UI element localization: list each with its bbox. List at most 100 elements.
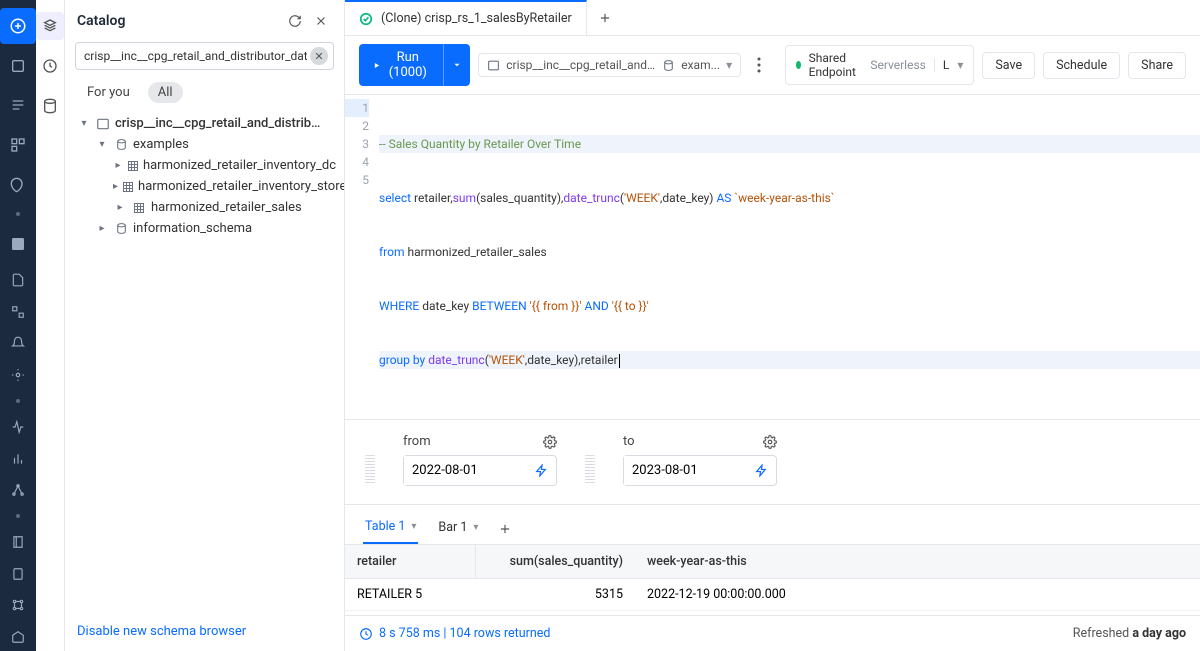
save-button[interactable]: Save [982, 52, 1035, 79]
nav-item-7[interactable] [0, 329, 36, 357]
endpoint-selector[interactable]: Shared Endpoint Serverless L ▾ [785, 45, 975, 85]
disable-schema-browser-link[interactable]: Disable new schema browser [77, 624, 246, 639]
tree-catalog-root[interactable]: ▾ crisp__inc__cpg_retail_and_distributor… [73, 113, 340, 134]
nav-item-5[interactable] [0, 266, 36, 294]
chevron-right-icon: ▸ [95, 223, 109, 234]
param-label-from: from [403, 434, 431, 449]
endpoint-name: Shared Endpoint [809, 51, 863, 79]
chevron-down-icon: ▾ [411, 521, 416, 532]
schema-subrail [36, 0, 65, 651]
tab-label: (Clone) crisp_rs_1_salesByRetailer [381, 11, 572, 26]
param-input-to[interactable] [624, 456, 747, 485]
code-area[interactable]: -- Sales Quantity by Retailer Over Time … [379, 99, 1200, 405]
query-status-text: 8 s 758 ms | 104 rows returned [379, 626, 550, 641]
refreshed-text: Refreshed a day ago [1073, 626, 1186, 641]
chevron-down-icon: ▾ [473, 522, 478, 533]
filter-for-you[interactable]: For you [77, 82, 140, 103]
context-schema-label: exam... [681, 58, 720, 72]
db-icon[interactable] [36, 92, 64, 120]
tree-label: harmonized_retailer_inventory_store [138, 179, 344, 194]
refresh-icon[interactable] [284, 10, 306, 32]
tree-label: information_schema [133, 221, 252, 236]
gear-icon[interactable] [763, 435, 777, 449]
endpoint-type: Serverless [870, 58, 926, 72]
schema-icon [662, 59, 675, 72]
table-row[interactable]: RETAILER 553152022-12-19 00:00:00.000 [345, 579, 1200, 611]
tree-schema-examples[interactable]: ▾ examples [91, 134, 340, 155]
add-visualization-button[interactable] [498, 522, 512, 536]
nav-item-4[interactable] [0, 167, 36, 203]
result-tabbar: Table 1 ▾ Bar 1 ▾ [345, 505, 1200, 544]
nav-item-11[interactable] [0, 476, 36, 504]
schedule-button[interactable]: Schedule [1043, 52, 1120, 79]
nav-item-10[interactable] [0, 445, 36, 473]
editor-tabbar: (Clone) crisp_rs_1_salesByRetailer [345, 0, 1200, 36]
check-icon [359, 12, 373, 26]
col-header[interactable]: sum(sales_quantity) [475, 545, 635, 579]
nav-item-9[interactable] [0, 413, 36, 441]
tree-table[interactable]: ▸ harmonized_retailer_inventory_dc [109, 155, 340, 176]
nav-item-15[interactable] [0, 623, 36, 651]
tree-table[interactable]: ▸harmonized_retailer_inventory_store [109, 176, 340, 197]
rail-separator-icon [16, 212, 20, 216]
chevron-right-icon: ▸ [113, 181, 118, 192]
main-pane: (Clone) crisp_rs_1_salesByRetailer Run (… [345, 0, 1200, 651]
col-header[interactable]: week-year-as-this [635, 545, 875, 579]
result-tab-bar[interactable]: Bar 1 ▾ [436, 514, 480, 543]
results-table: retailer sum(sales_quantity) week-year-a… [345, 544, 1200, 615]
more-button[interactable] [749, 53, 769, 77]
chevron-down-icon: ▾ [95, 139, 109, 150]
tree-label: harmonized_retailer_sales [151, 200, 302, 215]
clock-icon [359, 627, 373, 641]
drag-handle-icon[interactable] [585, 455, 595, 485]
nav-item-13[interactable] [0, 560, 36, 588]
catalog-search-input[interactable] [75, 42, 334, 70]
nav-new[interactable] [0, 8, 36, 44]
clear-search-icon[interactable]: ✕ [310, 47, 328, 65]
catalog-tree: ▾ crisp__inc__cpg_retail_and_distributor… [65, 109, 344, 612]
gear-icon[interactable] [543, 435, 557, 449]
chevron-right-icon: ▸ [113, 160, 123, 171]
schema-browser-icon[interactable] [36, 12, 64, 40]
nav-item-12[interactable] [0, 528, 36, 556]
nav-item-3[interactable] [0, 127, 36, 163]
apply-param-icon[interactable] [747, 464, 776, 477]
nav-item-14[interactable] [0, 592, 36, 620]
table-icon [127, 160, 139, 172]
add-tab-button[interactable] [587, 0, 623, 35]
nav-item-2[interactable] [0, 87, 36, 123]
run-button[interactable]: Run (1000) [359, 44, 443, 86]
sql-editor[interactable]: 12345 -- Sales Quantity by Retailer Over… [345, 95, 1200, 420]
tree-label: crisp__inc__cpg_retail_and_distributor_.… [115, 116, 325, 131]
col-header[interactable]: retailer [345, 545, 475, 579]
status-dot-icon [796, 61, 801, 69]
param-input-from[interactable] [404, 456, 527, 485]
share-button[interactable]: Share [1128, 52, 1186, 79]
result-tab-table[interactable]: Table 1 ▾ [363, 513, 418, 544]
tree-label: harmonized_retailer_inventory_dc [143, 158, 336, 173]
run-dropdown-button[interactable] [443, 44, 470, 86]
context-catalog-selector[interactable]: crisp__inc__cpg_retail_and_... exam... ▾ [478, 53, 741, 77]
line-gutter: 12345 [345, 99, 379, 405]
catalog-title: Catalog [77, 13, 280, 29]
editor-tab[interactable]: (Clone) crisp_rs_1_salesByRetailer [345, 0, 587, 35]
close-icon[interactable] [310, 10, 332, 32]
endpoint-size: L [934, 58, 949, 72]
apply-param-icon[interactable] [527, 464, 556, 477]
tree-table[interactable]: ▸harmonized_retailer_sales [109, 197, 340, 218]
drag-handle-icon[interactable] [365, 455, 375, 485]
rail-separator-icon [16, 514, 20, 518]
status-bar: 8 s 758 ms | 104 rows returned Refreshed… [345, 615, 1200, 651]
nav-sql-editor[interactable] [0, 226, 36, 262]
nav-item-1[interactable] [0, 48, 36, 84]
rail-separator-icon [16, 399, 20, 403]
params-row: from to [345, 420, 1200, 505]
nav-item-8[interactable] [0, 361, 36, 389]
schema-icon [113, 222, 129, 235]
nav-item-6[interactable] [0, 298, 36, 326]
tree-schema-information-schema[interactable]: ▸ information_schema [91, 218, 340, 239]
filter-all[interactable]: All [148, 82, 183, 103]
results-table-wrap: retailer sum(sales_quantity) week-year-a… [345, 544, 1200, 615]
history-icon[interactable] [36, 52, 64, 80]
context-catalog-label: crisp__inc__cpg_retail_and_... [506, 58, 656, 72]
